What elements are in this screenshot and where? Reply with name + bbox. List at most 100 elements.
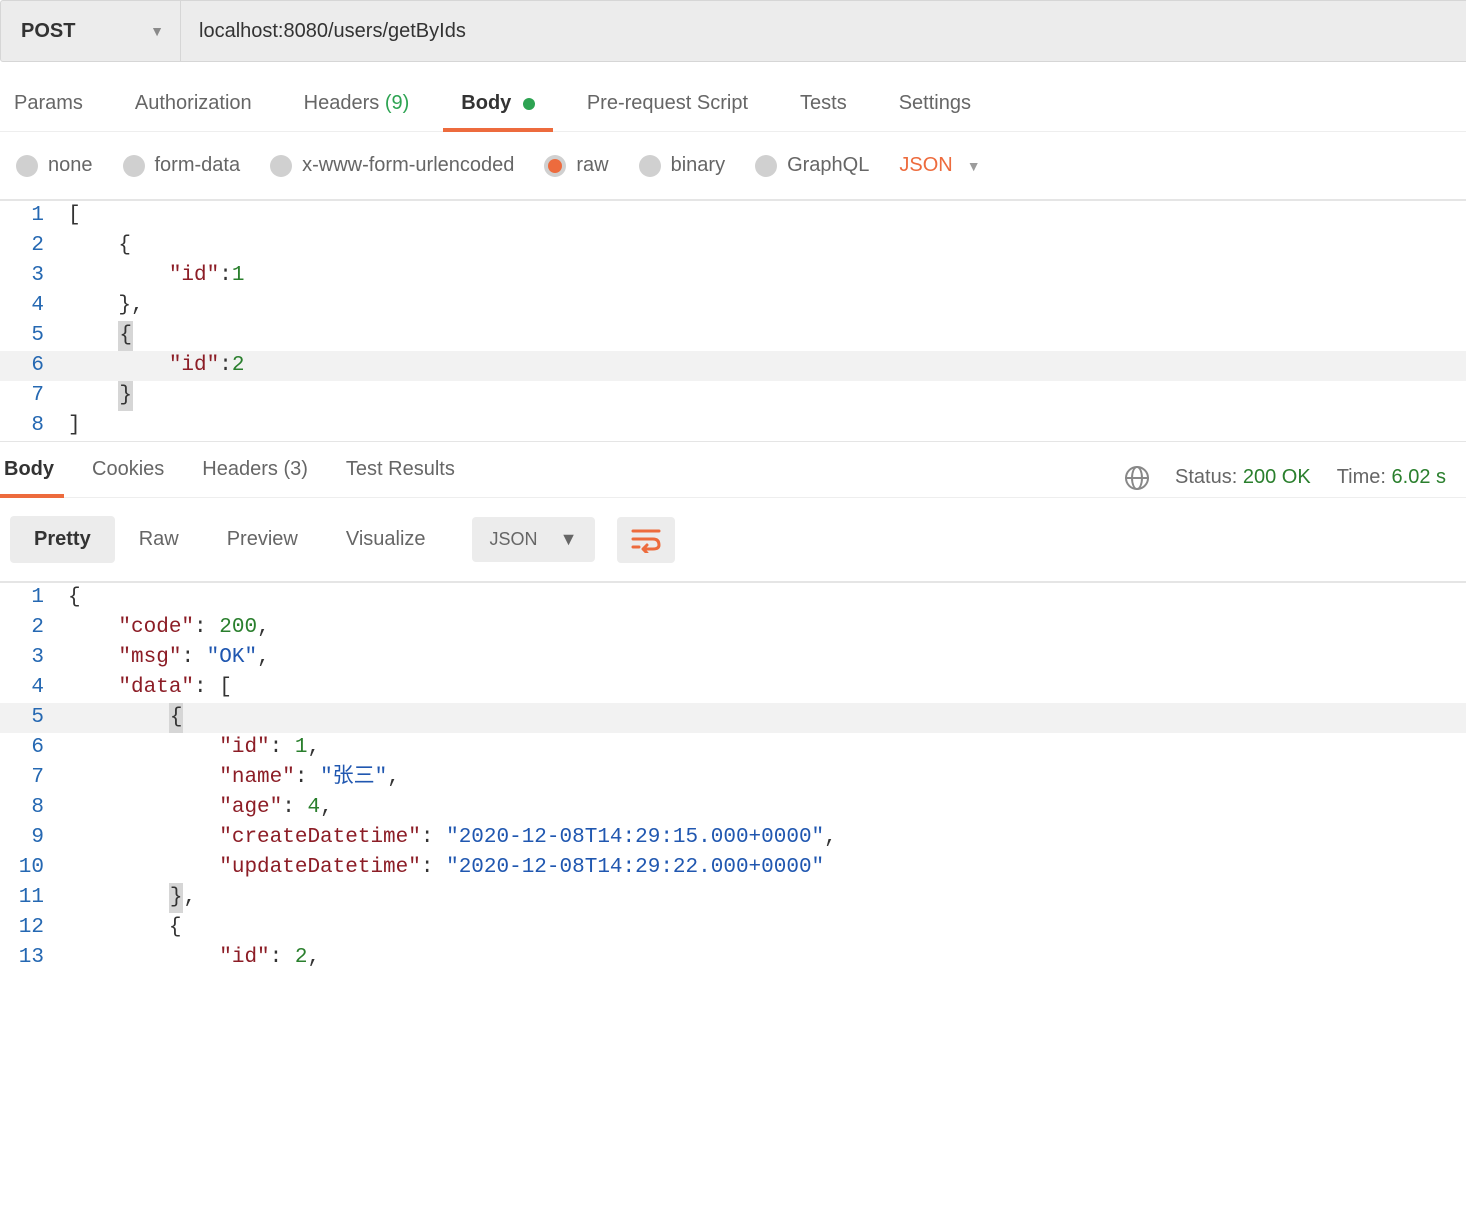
url-input[interactable]: localhost:8080/users/getByIds xyxy=(181,1,1466,61)
code-key: "id" xyxy=(219,946,269,969)
radio-raw[interactable]: raw xyxy=(544,154,608,177)
code-key: "age" xyxy=(219,796,282,819)
tab-headers[interactable]: Headers (9) xyxy=(300,82,414,131)
body-format-value: JSON xyxy=(899,154,952,177)
globe-icon[interactable] xyxy=(1125,466,1149,490)
chevron-down-icon: ▼ xyxy=(150,23,164,39)
tab-body[interactable]: Body xyxy=(457,82,539,131)
code-value: 4 xyxy=(307,796,320,819)
view-raw[interactable]: Raw xyxy=(115,516,203,563)
response-tab-headers-label: Headers xyxy=(202,458,278,480)
code-key: "id" xyxy=(169,264,219,287)
line-number: 9 xyxy=(0,823,68,853)
line-number: 8 xyxy=(0,411,68,441)
code-value: 2 xyxy=(232,354,245,377)
radio-none[interactable]: none xyxy=(16,154,93,177)
radio-none-label: none xyxy=(48,154,93,177)
response-tab-body[interactable]: Body xyxy=(0,458,58,497)
line-number: 4 xyxy=(0,291,68,321)
radio-form-data[interactable]: form-data xyxy=(123,154,241,177)
tab-body-label: Body xyxy=(461,92,511,114)
code-token: { xyxy=(169,916,182,939)
request-tabs: Params Authorization Headers (9) Body Pr… xyxy=(0,70,1466,132)
chevron-down-icon: ▼ xyxy=(560,529,578,550)
code-token: { xyxy=(169,703,184,733)
method-select[interactable]: POST ▼ xyxy=(1,1,181,61)
wrap-lines-button[interactable] xyxy=(617,517,675,563)
code-value: 1 xyxy=(232,264,245,287)
radio-graphql[interactable]: GraphQL xyxy=(755,154,869,177)
tab-params[interactable]: Params xyxy=(10,82,87,131)
response-tab-headers[interactable]: Headers (3) xyxy=(198,458,312,497)
code-token: { xyxy=(68,586,81,609)
code-token: { xyxy=(118,321,133,351)
radio-graphql-label: GraphQL xyxy=(787,154,869,177)
status-section: Status: 200 OK xyxy=(1175,466,1311,489)
code-value: 1 xyxy=(295,736,308,759)
response-body-viewer[interactable]: 1{ 2 "code": 200, 3 "msg": "OK", 4 "data… xyxy=(0,582,1466,973)
tab-authorization[interactable]: Authorization xyxy=(131,82,256,131)
line-number: 2 xyxy=(0,231,68,261)
radio-icon xyxy=(16,155,38,177)
radio-form-data-label: form-data xyxy=(155,154,241,177)
response-format-value: JSON xyxy=(490,529,538,550)
radio-icon xyxy=(639,155,661,177)
line-number: 11 xyxy=(0,883,68,913)
method-value: POST xyxy=(21,20,75,43)
code-key: "id" xyxy=(219,736,269,759)
radio-icon xyxy=(123,155,145,177)
line-number: 6 xyxy=(0,733,68,763)
code-key: "msg" xyxy=(118,646,181,669)
response-view-bar: Pretty Raw Preview Visualize JSON ▼ xyxy=(0,498,1466,582)
response-tab-headers-count: (3) xyxy=(283,458,307,480)
tab-settings[interactable]: Settings xyxy=(895,82,975,131)
body-modified-indicator xyxy=(523,98,535,110)
radio-icon xyxy=(270,155,292,177)
line-number: 10 xyxy=(0,853,68,883)
line-number: 2 xyxy=(0,613,68,643)
radio-binary[interactable]: binary xyxy=(639,154,725,177)
response-format-select[interactable]: JSON ▼ xyxy=(472,517,596,562)
tab-headers-count: (9) xyxy=(385,92,409,114)
view-visualize[interactable]: Visualize xyxy=(322,516,450,563)
radio-icon xyxy=(544,155,566,177)
line-number: 3 xyxy=(0,261,68,291)
response-meta: Status: 200 OK Time: 6.02 s xyxy=(1125,466,1456,490)
radio-icon xyxy=(755,155,777,177)
status-value: 200 OK xyxy=(1243,466,1311,488)
view-pretty[interactable]: Pretty xyxy=(10,516,115,563)
code-key: "code" xyxy=(118,616,194,639)
response-tab-cookies[interactable]: Cookies xyxy=(88,458,168,497)
code-token: } xyxy=(118,381,133,411)
radio-raw-label: raw xyxy=(576,154,608,177)
tab-headers-label: Headers xyxy=(304,92,380,114)
code-value: 2 xyxy=(295,946,308,969)
code-key: "id" xyxy=(169,354,219,377)
code-value: "2020-12-08T14:29:22.000+0000" xyxy=(446,856,824,879)
code-token: }, xyxy=(118,294,143,317)
body-format-select[interactable]: JSON ▼ xyxy=(899,154,980,177)
request-body-editor[interactable]: 1[ 2 { 3 "id":1 4 }, 5 { 6 "id":2 7 } 8] xyxy=(0,200,1466,442)
code-value: "OK" xyxy=(207,646,257,669)
time-section: Time: 6.02 s xyxy=(1337,466,1446,489)
radio-binary-label: binary xyxy=(671,154,725,177)
time-label: Time: xyxy=(1337,466,1386,488)
code-value: "2020-12-08T14:29:15.000+0000" xyxy=(446,826,824,849)
chevron-down-icon: ▼ xyxy=(967,158,981,174)
response-tab-test-results[interactable]: Test Results xyxy=(342,458,459,497)
radio-urlencoded[interactable]: x-www-form-urlencoded xyxy=(270,154,514,177)
line-number: 13 xyxy=(0,943,68,973)
line-number: 7 xyxy=(0,381,68,411)
wrap-icon xyxy=(631,527,661,553)
body-type-options: none form-data x-www-form-urlencoded raw… xyxy=(0,132,1466,200)
code-key: "name" xyxy=(219,766,295,789)
line-number: 7 xyxy=(0,763,68,793)
view-preview[interactable]: Preview xyxy=(203,516,322,563)
code-token: [ xyxy=(68,204,81,227)
code-token: } xyxy=(169,883,184,913)
line-number: 1 xyxy=(0,201,68,231)
tab-tests[interactable]: Tests xyxy=(796,82,851,131)
tab-prerequest[interactable]: Pre-request Script xyxy=(583,82,752,131)
status-label: Status: xyxy=(1175,466,1237,488)
response-tabs: Body Cookies Headers (3) Test Results St… xyxy=(0,442,1466,498)
